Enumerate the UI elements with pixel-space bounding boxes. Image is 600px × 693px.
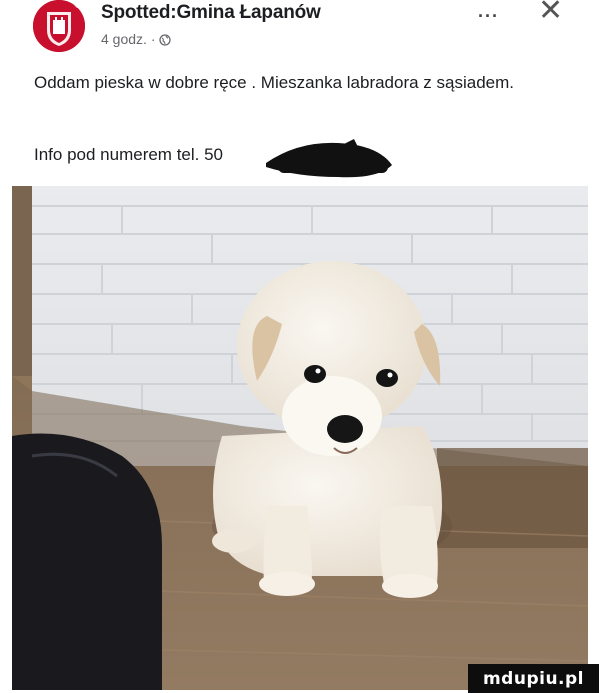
page-name-link[interactable]: Spotted:Gmina Łapanów <box>101 2 321 24</box>
close-icon[interactable]: ✕ <box>538 0 563 26</box>
post-body-text: Oddam pieska w dobre ręce . Mieszanka la… <box>34 73 515 92</box>
globe-icon <box>159 33 172 46</box>
page-avatar[interactable] <box>33 0 85 52</box>
post-info-line: Info pod numerem tel. 50 <box>34 145 224 164</box>
post-meta: 4 godz. · <box>101 31 172 47</box>
coat-of-arms-icon <box>33 0 85 52</box>
post-photo[interactable] <box>12 186 588 690</box>
watermark-badge: mdupiu.pl <box>468 664 599 693</box>
more-options-icon[interactable]: ··· <box>478 6 499 27</box>
redaction-scribble <box>266 139 392 178</box>
post-header: Spotted:Gmina Łapanów 4 godz. · ··· ✕ <box>0 0 600 60</box>
post-timestamp[interactable]: 4 godz. · <box>101 31 155 47</box>
